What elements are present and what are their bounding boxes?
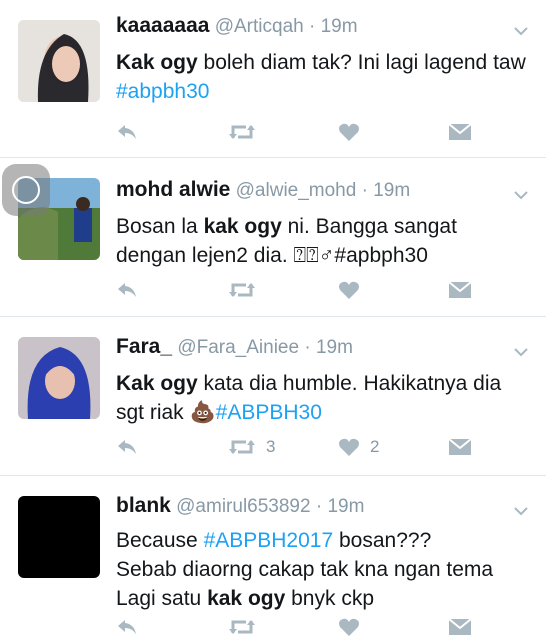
bold-text: kak ogy	[207, 587, 286, 610]
chevron-down-icon[interactable]	[514, 345, 528, 359]
tweet[interactable]: blank @amirul653892 · 19m Because #ABPBH…	[0, 476, 546, 640]
chevron-down-icon[interactable]	[514, 504, 528, 518]
bold-text: Kak ogy	[116, 51, 198, 74]
direct-message-button[interactable]	[448, 612, 472, 642]
circle-icon	[12, 176, 40, 204]
text-segment: Sebab diaorng cakap tak kna ngan tema	[116, 558, 494, 581]
reply-icon	[118, 283, 136, 297]
tweet-text: Because #ABPBH2017 bosan??? Sebab diaorng…	[116, 526, 526, 613]
tweet-text: Bosan la kak ogy ni. Bangga sangat denga…	[116, 212, 526, 270]
retweet-icon	[229, 620, 255, 634]
separator: ·	[315, 496, 323, 517]
tweet-actions: 3 2	[116, 432, 486, 462]
username[interactable]: @amirul653892	[176, 496, 310, 517]
retweet-count: 3	[266, 437, 276, 456]
overlay-circle	[2, 164, 50, 216]
like-button[interactable]	[338, 275, 370, 305]
hashtag-link[interactable]: #ABPBH30	[216, 401, 322, 424]
text-segment: Bosan la	[116, 215, 204, 238]
retweet-button[interactable]	[228, 612, 266, 642]
tweet[interactable]: kaaaaaaa @Articqah · 19m Kak ogy boleh d…	[0, 0, 546, 158]
separator: ·	[361, 180, 368, 201]
reply-button[interactable]	[116, 612, 138, 642]
tweet-actions	[116, 275, 486, 305]
timestamp[interactable]: 19m	[327, 496, 364, 517]
direct-message-button[interactable]	[448, 275, 472, 305]
display-name[interactable]: mohd alwie	[116, 178, 230, 201]
display-name[interactable]: blank	[116, 494, 171, 517]
bold-text: Kak ogy	[116, 372, 198, 395]
avatar[interactable]	[18, 20, 100, 102]
like-icon	[339, 438, 359, 456]
like-icon	[339, 123, 359, 141]
retweet-button[interactable]	[228, 117, 266, 147]
direct-message-button[interactable]	[448, 117, 472, 147]
like-button[interactable]: 2	[338, 432, 379, 462]
reply-icon	[118, 620, 136, 634]
text-segment: Lagi satu	[116, 587, 208, 610]
reply-icon	[118, 440, 136, 454]
retweet-button[interactable]: 3	[228, 432, 275, 462]
reply-icon	[118, 125, 136, 139]
tweet-header: kaaaaaaa @Articqah · 19m	[116, 14, 506, 38]
tweet-header: mohd alwie @alwie_mohd · 19m	[116, 178, 506, 202]
text-segment: bosan???	[333, 529, 432, 552]
tweet-text: Kak ogy boleh diam tak? Ini lagi lagend …	[116, 48, 526, 106]
text-segment: Because	[116, 529, 204, 552]
tweet-header: blank @amirul653892 · 19m	[116, 494, 506, 518]
reply-button[interactable]	[116, 275, 138, 305]
username[interactable]: @alwie_mohd	[236, 180, 357, 201]
username[interactable]: @Articqah	[215, 16, 304, 37]
like-button[interactable]	[338, 117, 370, 147]
tweet-header: Fara_ @Fara_Ainiee · 19m	[116, 335, 506, 359]
direct-message-button[interactable]	[448, 432, 472, 462]
retweet-button[interactable]	[228, 275, 266, 305]
reply-button[interactable]	[116, 432, 138, 462]
direct-message-icon	[448, 618, 472, 635]
timestamp[interactable]: 19m	[373, 180, 410, 201]
tweet-text: Kak ogy kata dia humble. Hakikatnya dia …	[116, 369, 526, 427]
retweet-icon	[229, 283, 255, 297]
tweet[interactable]: mohd alwie @alwie_mohd · 19m Bosan la ka…	[0, 158, 546, 317]
separator: ·	[304, 337, 311, 358]
text-segment: boleh diam tak? Ini lagi lagend taw	[197, 51, 526, 74]
chevron-down-icon[interactable]	[514, 188, 528, 202]
bold-text: kak ogy	[203, 215, 282, 238]
like-button[interactable]	[338, 612, 370, 642]
chevron-down-icon[interactable]	[514, 24, 528, 38]
like-count: 2	[370, 437, 380, 456]
reply-button[interactable]	[116, 117, 138, 147]
retweet-icon	[229, 440, 255, 454]
direct-message-icon	[448, 123, 472, 140]
hashtag-link[interactable]: #ABPBH2017	[204, 529, 334, 552]
tweet[interactable]: Fara_ @Fara_Ainiee · 19m Kak ogy kata di…	[0, 317, 546, 476]
separator: ·	[309, 16, 316, 37]
like-icon	[339, 281, 359, 299]
avatar[interactable]	[18, 337, 100, 419]
username[interactable]: @Fara_Ainiee	[177, 337, 299, 358]
avatar[interactable]	[18, 496, 100, 578]
timestamp[interactable]: 19m	[321, 16, 358, 37]
direct-message-icon	[448, 438, 472, 455]
hashtag-link[interactable]: #abpbh30	[116, 80, 209, 103]
display-name[interactable]: kaaaaaaa	[116, 14, 209, 37]
tweet-actions	[116, 612, 486, 642]
display-name[interactable]: Fara_	[116, 335, 172, 358]
direct-message-icon	[448, 281, 472, 298]
tweet-actions	[116, 117, 486, 147]
timestamp[interactable]: 19m	[316, 337, 353, 358]
retweet-icon	[229, 125, 255, 139]
text-segment: bnyk ckp	[285, 587, 375, 610]
like-icon	[339, 618, 359, 636]
